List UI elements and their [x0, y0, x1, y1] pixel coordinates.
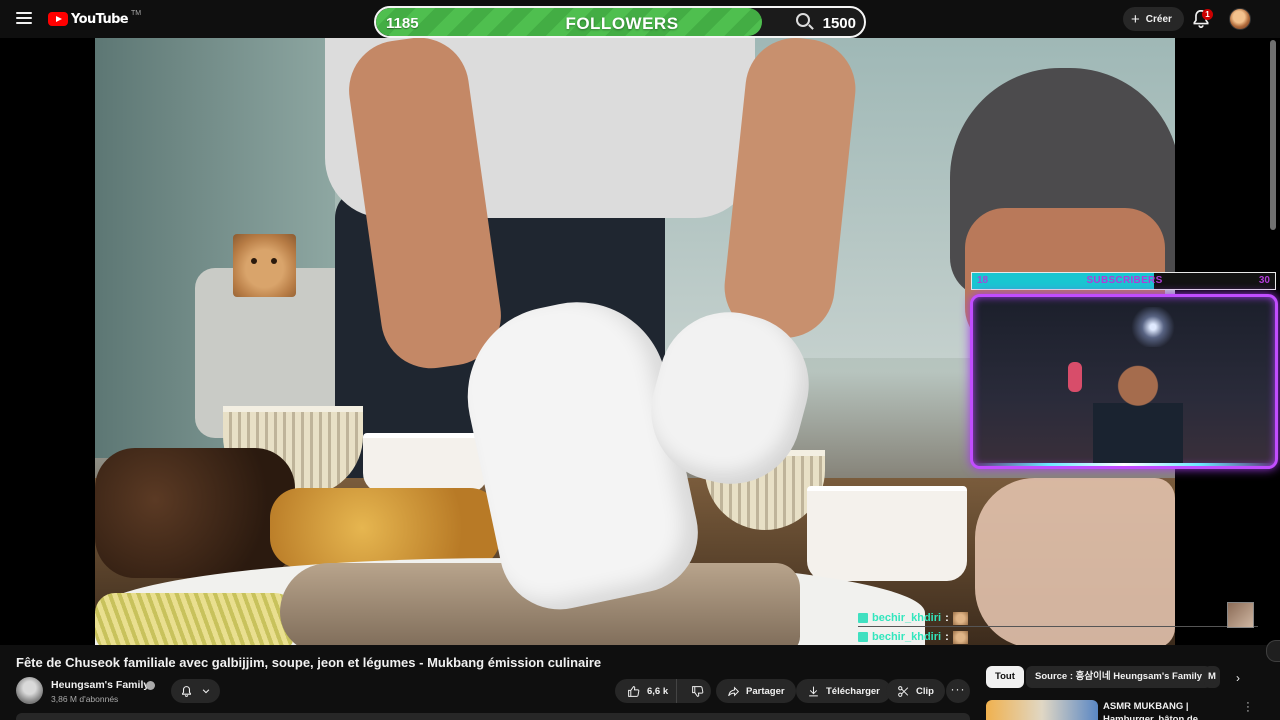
followers-goal: 1500 [822, 15, 856, 32]
clip-label: Clip [916, 685, 934, 697]
video-player[interactable]: 18 SUBSCRIBERS 30 bechir_khdiri : bechir… [0, 38, 1280, 645]
chat-badge-icon [858, 613, 868, 623]
chat-message: bechir_khdiri : [858, 610, 968, 626]
chevron-down-icon [202, 689, 210, 694]
page-scrollbar[interactable] [1270, 40, 1276, 230]
like-dislike-group: 6,6 k [615, 679, 711, 703]
subscriber-count: 3,86 M d'abonnés [51, 694, 119, 704]
side-panel-handle[interactable] [1266, 640, 1280, 662]
menu-icon[interactable] [14, 9, 34, 29]
chip-all[interactable]: Tout [986, 666, 1024, 688]
youtube-logo[interactable]: YouTube TM [48, 10, 141, 28]
channel-avatar[interactable] [16, 677, 43, 704]
recommendation-title[interactable]: ASMR MUKBANG | Hamburger, bâton de froma… [1103, 700, 1238, 720]
verified-icon [146, 681, 155, 690]
chat-separator: : [945, 612, 949, 624]
channel-name[interactable]: Heungsam's Family [51, 679, 149, 691]
video-title: Fête de Chuseok familiale avec galbijjim… [16, 655, 602, 670]
dislike-button[interactable] [683, 679, 704, 703]
clip-button[interactable]: Clip [886, 679, 945, 703]
youtube-watch-page: YouTube TM + Créer 1 1185 FOLLOWERS 1500 [0, 0, 1280, 720]
chat-divider [858, 626, 1258, 627]
description-box[interactable] [16, 713, 970, 720]
download-icon [809, 686, 818, 696]
chip-more[interactable]: M [1204, 666, 1220, 688]
bell-icon [182, 685, 191, 697]
create-label: Créer [1145, 13, 1172, 25]
like-count: 6,6 k [647, 685, 669, 697]
search-icon[interactable] [796, 13, 810, 27]
chat-badge-icon [858, 632, 868, 642]
avatar[interactable] [1229, 8, 1251, 30]
cat-emote-icon [952, 630, 968, 644]
logo-tm: TM [131, 9, 142, 17]
logo-text: YouTube [71, 11, 129, 27]
cat-emote-icon [952, 611, 968, 625]
chip-source[interactable]: Source : 흥삼이네 Heungsam's Family [1026, 666, 1212, 688]
recommendation-thumbnail[interactable] [986, 700, 1098, 720]
share-icon [728, 686, 740, 696]
recommendation-menu-icon[interactable]: · · · [1243, 698, 1253, 717]
create-button[interactable]: + Créer [1123, 7, 1184, 31]
followers-goal-bar: 1185 FOLLOWERS 1500 [374, 6, 866, 38]
subscribers-goal-bar: 18 SUBSCRIBERS 30 [971, 272, 1276, 290]
scissors-icon [898, 685, 909, 697]
subscription-bell-button[interactable] [171, 679, 220, 703]
plus-icon: + [1131, 10, 1140, 28]
chat-username: bechir_khdiri [872, 631, 942, 643]
subscribers-goal: 30 [1258, 275, 1270, 286]
like-button[interactable]: 6,6 k [615, 679, 678, 703]
youtube-logo-icon [48, 12, 68, 26]
share-button[interactable]: Partager [716, 679, 796, 703]
followers-label: FOLLOWERS [565, 14, 679, 33]
chat-message: bechir_khdiri : [858, 629, 968, 645]
chevron-right-icon[interactable]: › [1229, 669, 1247, 687]
chat-separator: : [945, 631, 949, 643]
chat-avatar-frame [1227, 602, 1254, 628]
thumbs-down-icon [692, 685, 704, 697]
webcam-overlay [970, 294, 1278, 469]
download-label: Télécharger [826, 685, 880, 697]
more-icon[interactable]: ··· [946, 679, 970, 703]
subscribers-label: SUBSCRIBERS [1086, 275, 1163, 286]
share-label: Partager [746, 685, 785, 697]
download-button[interactable]: Télécharger [796, 679, 891, 703]
cat-sticker-overlay [233, 234, 296, 297]
chat-username: bechir_khdiri [872, 612, 942, 624]
notification-badge: 1 [1202, 9, 1213, 20]
thumbs-up-icon [628, 685, 640, 697]
